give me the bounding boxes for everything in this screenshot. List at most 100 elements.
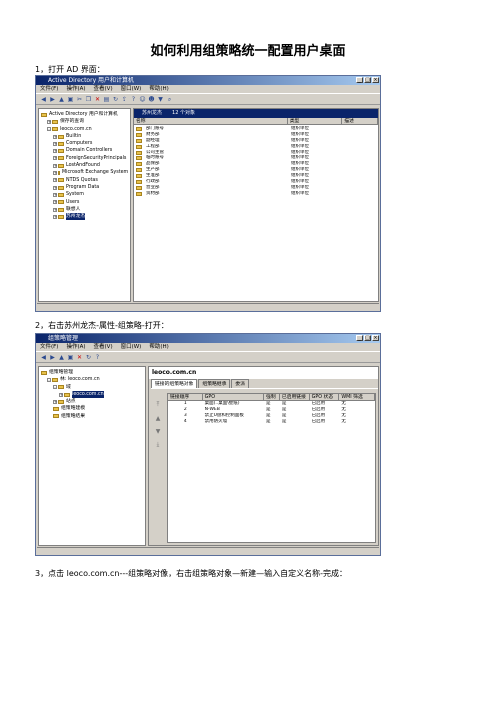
group-icon[interactable]: ☻ [148,96,155,103]
expand-toggle-icon[interactable]: + [53,171,57,176]
forward-icon[interactable]: ▶ [49,96,56,103]
tree-item[interactable]: + Computers [39,140,130,147]
expand-toggle-icon[interactable]: + [53,134,57,139]
expand-toggle-icon[interactable]: + [53,156,57,161]
up-icon[interactable]: ▲ [58,96,65,103]
tree-item[interactable]: 组策略管理 [39,369,145,376]
tree-item[interactable]: 组策略建模 [39,405,145,412]
minimize-button[interactable]: _ [356,335,363,341]
folder-icon[interactable]: ▣ [67,96,74,103]
column-link-enabled[interactable]: 已启用链接 [280,394,310,400]
tree-item[interactable]: - leoco.com.cn [39,126,130,133]
menu-item[interactable]: 文件(F) [40,343,58,351]
menu-item[interactable]: 帮助(H) [149,85,168,93]
column-link-order[interactable]: 链接顺序 [168,394,203,400]
expand-toggle-icon[interactable]: + [59,392,63,397]
close-button[interactable]: × [372,77,379,83]
tree-item[interactable]: + 联想人 [39,206,130,213]
tree-item[interactable]: + NTDS Quotas [39,177,130,184]
expand-toggle-icon[interactable]: + [47,119,51,124]
column-type[interactable]: 类型 [288,118,343,124]
table-row[interactable]: 4 禁用防火墙 是 是 已启用 无 [168,419,375,425]
table-row[interactable]: 资材部 组织单位 [134,191,378,197]
tab-delegation[interactable]: 委派 [231,379,249,388]
tree-item[interactable]: + System [39,191,130,198]
expand-toggle-icon[interactable]: + [53,192,57,197]
expand-toggle-icon[interactable]: + [53,185,57,190]
column-gpo-status[interactable]: GPO 状态 [310,394,340,400]
menu-item[interactable]: 帮助(H) [149,343,168,351]
tab-gp-inheritance[interactable]: 组策略继承 [198,379,231,388]
up-icon[interactable]: ▲ [58,354,65,361]
tree-item[interactable]: + 苏州龙杰 [39,213,130,221]
menu-item[interactable]: 文件(F) [40,85,58,93]
folder-icon[interactable]: ▣ [67,354,74,361]
tree-item[interactable]: + Users [39,199,130,206]
tree-item[interactable]: + 保存的查询 [39,118,130,125]
expand-toggle-icon[interactable]: + [53,163,57,168]
tree-item[interactable]: - 林: leoco.com.cn [39,376,145,383]
cut-icon[interactable]: ✂ [76,96,83,103]
expand-toggle-icon[interactable]: - [47,127,51,132]
tree-item[interactable]: -域 [39,384,145,391]
delete-icon[interactable]: ✕ [76,354,83,361]
expand-toggle-icon[interactable]: + [53,207,57,212]
column-enforced[interactable]: 强制 [264,394,280,400]
tree-item[interactable]: + ForeignSecurityPrincipals [39,155,130,162]
folder-icon [41,112,47,117]
column-wmi-filter[interactable]: WMI 筛选 [339,394,375,400]
tree-item[interactable]: + Domain Controllers [39,147,130,154]
move-top-icon[interactable]: ⤒ [157,401,160,409]
user-icon[interactable]: ☺ [139,96,146,103]
menu-item[interactable]: 操作(A) [66,343,85,351]
expand-toggle-icon[interactable]: - [53,385,57,390]
tree-item[interactable]: 组策略结果 [39,413,145,420]
ad-toolbar: ◀ ▶ ▲ ▣ ✂ ❐ ✕ ▤ ↻ ⇪ ? ☺ ☻ ▼ ⌕ [36,94,380,105]
delete-icon[interactable]: ✕ [94,96,101,103]
expand-toggle-icon[interactable]: + [53,149,57,154]
back-icon[interactable]: ◀ [40,96,47,103]
row-type: 组织单位 [291,190,309,196]
expand-toggle-icon[interactable]: + [53,214,57,219]
close-button[interactable]: × [372,335,379,341]
tree-item[interactable]: + Program Data [39,184,130,191]
menu-item[interactable]: 窗口(W) [121,343,142,351]
find-icon[interactable]: ⌕ [166,96,173,103]
export-icon[interactable]: ⇪ [121,96,128,103]
back-icon[interactable]: ◀ [40,354,47,361]
forward-icon[interactable]: ▶ [49,354,56,361]
move-down-icon[interactable]: ▼ [156,428,161,435]
column-description[interactable]: 描述 [342,118,378,124]
expand-toggle-icon[interactable]: + [53,141,57,146]
menu-item[interactable]: 查看(V) [94,85,113,93]
expand-toggle-icon[interactable]: + [53,399,57,404]
menu-item[interactable]: 操作(A) [66,85,85,93]
move-bottom-icon[interactable]: ⤓ [157,441,160,449]
menu-item[interactable]: 查看(V) [94,343,113,351]
copy-icon[interactable]: ❐ [85,96,92,103]
tree-item[interactable]: + Microsoft Exchange System Objects [39,169,130,176]
help-icon[interactable]: ? [94,354,101,361]
tree-item[interactable]: + 站点 [39,398,145,405]
column-gpo[interactable]: GPO [203,394,265,400]
tree-item[interactable]: + Builtin [39,133,130,140]
refresh-icon[interactable]: ↻ [85,354,92,361]
help-icon[interactable]: ? [130,96,137,103]
tree-item[interactable]: Active Directory 用户和计算机 [39,111,130,118]
expand-toggle-icon[interactable]: + [53,178,57,183]
maximize-button[interactable]: □ [364,335,371,341]
filter-icon[interactable]: ▼ [157,96,164,103]
tab-linked-gpos[interactable]: 链接的组策略对象 [151,379,198,388]
move-up-icon[interactable]: ▲ [156,415,161,422]
menu-item[interactable]: 窗口(W) [121,85,142,93]
column-name[interactable]: 名称 [134,118,288,124]
tree-item-label: Builtin [66,133,82,139]
properties-icon[interactable]: ▤ [103,96,110,103]
tree-item[interactable]: + LostAndFound [39,162,130,169]
expand-toggle-icon[interactable]: + [53,200,57,205]
minimize-button[interactable]: _ [356,77,363,83]
tree-item[interactable]: + leoco.com.cn [39,390,145,399]
refresh-icon[interactable]: ↻ [112,96,119,103]
maximize-button[interactable]: □ [364,77,371,83]
expand-toggle-icon[interactable]: - [47,377,51,382]
